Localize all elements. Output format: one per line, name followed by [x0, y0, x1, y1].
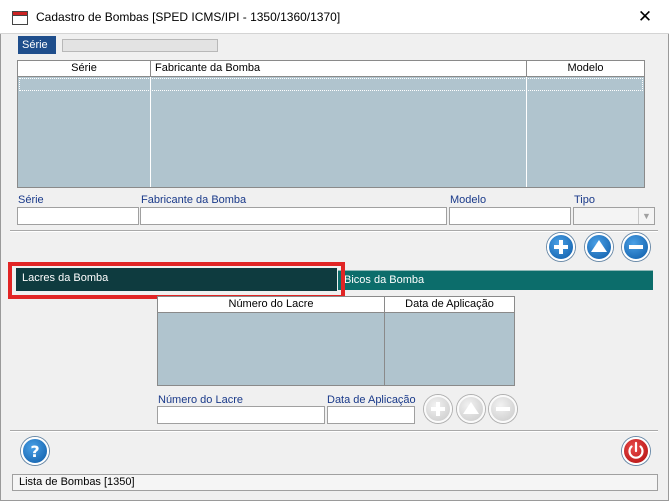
status-text: Lista de Bombas [1350] [19, 476, 135, 488]
tab-lacres-label: Lacres da Bomba [22, 272, 109, 284]
window-title: Cadastro de Bombas [SPED ICMS/IPI - 1350… [36, 10, 341, 24]
power-icon [628, 441, 644, 459]
help-button[interactable]: ? [21, 437, 49, 465]
minus-icon [496, 407, 510, 411]
numero-lacre-label: Número do Lacre [158, 394, 243, 406]
power-button[interactable] [622, 437, 650, 465]
column-header-serie[interactable]: Série [18, 61, 151, 77]
column-header-data-aplicacao[interactable]: Data de Aplicação [385, 297, 514, 313]
fabricante-label: Fabricante da Bomba [141, 194, 247, 206]
close-icon[interactable]: ✕ [632, 4, 658, 30]
separator [10, 230, 658, 232]
add-button[interactable] [547, 233, 575, 261]
move-up-seal-button[interactable] [457, 395, 485, 423]
move-up-button[interactable] [585, 233, 613, 261]
tab-bicos-label: Bicos da Bomba [344, 274, 425, 286]
modelo-label: Modelo [450, 194, 487, 206]
status-bar: Lista de Bombas [1350] [12, 474, 658, 491]
plus-icon [431, 402, 445, 416]
svg-text:?: ? [30, 442, 39, 461]
fabricante-input[interactable] [140, 207, 447, 225]
title-bar: Cadastro de Bombas [SPED ICMS/IPI - 1350… [0, 0, 669, 34]
column-header-fabricante[interactable]: Fabricante da Bomba [151, 61, 527, 77]
data-aplicacao-label: Data de Aplicação [327, 394, 416, 406]
plus-icon [554, 240, 568, 254]
numero-lacre-input[interactable] [157, 406, 325, 424]
serie-label: Série [18, 194, 44, 206]
column-divider [150, 77, 151, 187]
add-seal-button[interactable] [424, 395, 452, 423]
column-header-numero-lacre[interactable]: Número do Lacre [158, 297, 385, 313]
serie-tag: Série [18, 36, 56, 54]
pumps-table[interactable]: Série Fabricante da Bomba Modelo [17, 60, 645, 188]
column-divider [384, 313, 385, 385]
serie-input[interactable] [17, 207, 139, 225]
question-mark-icon: ? [30, 442, 39, 461]
column-header-modelo[interactable]: Modelo [527, 61, 644, 77]
tab-lacres-da-bomba[interactable]: Lacres da Bomba [16, 268, 337, 291]
app-icon [12, 11, 28, 25]
chevron-down-icon[interactable]: ▼ [638, 208, 654, 224]
tipo-select[interactable]: ▼ [573, 207, 655, 225]
modelo-input[interactable] [449, 207, 571, 225]
tipo-label: Tipo [574, 194, 595, 206]
remove-button[interactable] [622, 233, 650, 261]
data-aplicacao-input[interactable] [327, 406, 415, 424]
remove-seal-button[interactable] [489, 395, 517, 423]
separator [10, 430, 658, 432]
tab-bicos-da-bomba[interactable]: Bicos da Bomba [338, 270, 653, 290]
serie-progress-bar [62, 39, 218, 52]
seals-table[interactable]: Número do Lacre Data de Aplicação [157, 296, 515, 386]
table-row-selected[interactable] [19, 78, 643, 91]
triangle-up-icon [463, 402, 479, 414]
minus-icon [629, 245, 643, 249]
triangle-up-icon [591, 240, 607, 252]
column-divider [526, 77, 527, 187]
column-header-fabricante-label: Fabricante da Bomba [155, 62, 261, 74]
